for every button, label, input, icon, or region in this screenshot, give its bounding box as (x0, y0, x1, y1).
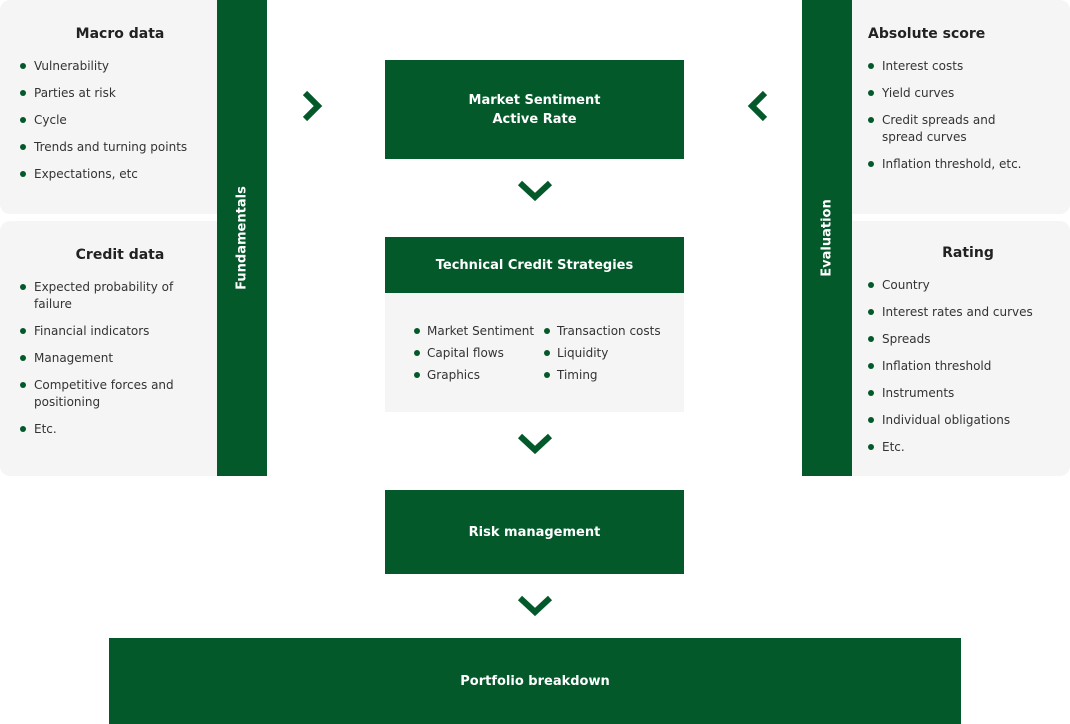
list-item: Spreads (868, 331, 1050, 348)
list-item: Interest costs (868, 58, 1040, 75)
list-item: Trends and turning points (20, 139, 210, 156)
list-item: Country (868, 277, 1050, 294)
list-item: Credit spreads and spread curves (868, 112, 1040, 146)
portfolio-breakdown-box: Portfolio breakdown (109, 638, 961, 724)
fundamentals-label: Fundamentals (234, 186, 250, 290)
list-item: Yield curves (868, 85, 1040, 102)
rating-panel: Rating Country Interest rates and curves… (830, 221, 1070, 476)
list-item: Timing (544, 364, 661, 386)
strategies-list-col2: Transaction costs Liquidity Timing (544, 320, 661, 386)
list-item: Vulnerability (20, 58, 210, 75)
strategies-list-col1: Market Sentiment Capital flows Graphics (414, 320, 534, 386)
market-sentiment-box: Market Sentiment Active Rate (385, 60, 684, 159)
list-item: Etc. (20, 421, 180, 438)
chevron-down-icon (517, 595, 553, 617)
list-item: Competitive forces and positioning (20, 377, 180, 411)
list-item: Individual obligations (868, 412, 1050, 429)
rating-list: Country Interest rates and curves Spread… (868, 277, 1050, 456)
list-item: Market Sentiment (414, 320, 534, 342)
list-item: Graphics (414, 364, 534, 386)
list-item: Expectations, etc (20, 166, 210, 183)
list-item: Capital flows (414, 342, 534, 364)
risk-management-box: Risk management (385, 490, 684, 574)
credit-data-list: Expected probability of failure Financia… (20, 279, 180, 438)
market-sentiment-line2: Active Rate (492, 111, 577, 127)
list-item: Expected probability of failure (20, 279, 180, 313)
macro-data-list: Vulnerability Parties at risk Cycle Tren… (20, 58, 210, 183)
macro-data-panel: Macro data Vulnerability Parties at risk… (0, 0, 240, 214)
technical-credit-strategies-body: Market Sentiment Capital flows Graphics … (385, 293, 684, 412)
rating-title: Rating (942, 245, 994, 261)
list-item: Transaction costs (544, 320, 661, 342)
chevron-down-icon (517, 180, 553, 202)
evaluation-label: Evaluation (819, 199, 835, 277)
list-item: Parties at risk (20, 85, 210, 102)
fundamentals-bar: Fundamentals (217, 0, 267, 476)
absolute-score-panel: Absolute score Interest costs Yield curv… (830, 0, 1070, 214)
absolute-score-list: Interest costs Yield curves Credit sprea… (868, 58, 1040, 173)
credit-data-title: Credit data (75, 247, 165, 263)
market-sentiment-line1: Market Sentiment (468, 92, 601, 108)
list-item: Inflation threshold, etc. (868, 156, 1040, 173)
credit-data-panel: Credit data Expected probability of fail… (0, 221, 240, 476)
list-item: Inflation threshold (868, 358, 1050, 375)
list-item: Etc. (868, 439, 1050, 456)
list-item: Cycle (20, 112, 210, 129)
chevron-left-icon (747, 90, 768, 122)
portfolio-breakdown-label: Portfolio breakdown (460, 673, 610, 689)
list-item: Liquidity (544, 342, 661, 364)
chevron-down-icon (517, 433, 553, 455)
chevron-right-icon (302, 90, 323, 122)
list-item: Interest rates and curves (868, 304, 1050, 321)
list-item: Management (20, 350, 180, 367)
list-item: Financial indicators (20, 323, 180, 340)
absolute-score-title: Absolute score (868, 26, 986, 42)
technical-credit-strategies-header: Technical Credit Strategies (385, 237, 684, 293)
risk-management-label: Risk management (468, 524, 601, 540)
evaluation-bar: Evaluation (802, 0, 852, 476)
technical-credit-strategies-title: Technical Credit Strategies (435, 257, 634, 273)
list-item: Instruments (868, 385, 1050, 402)
macro-data-title: Macro data (75, 26, 165, 42)
